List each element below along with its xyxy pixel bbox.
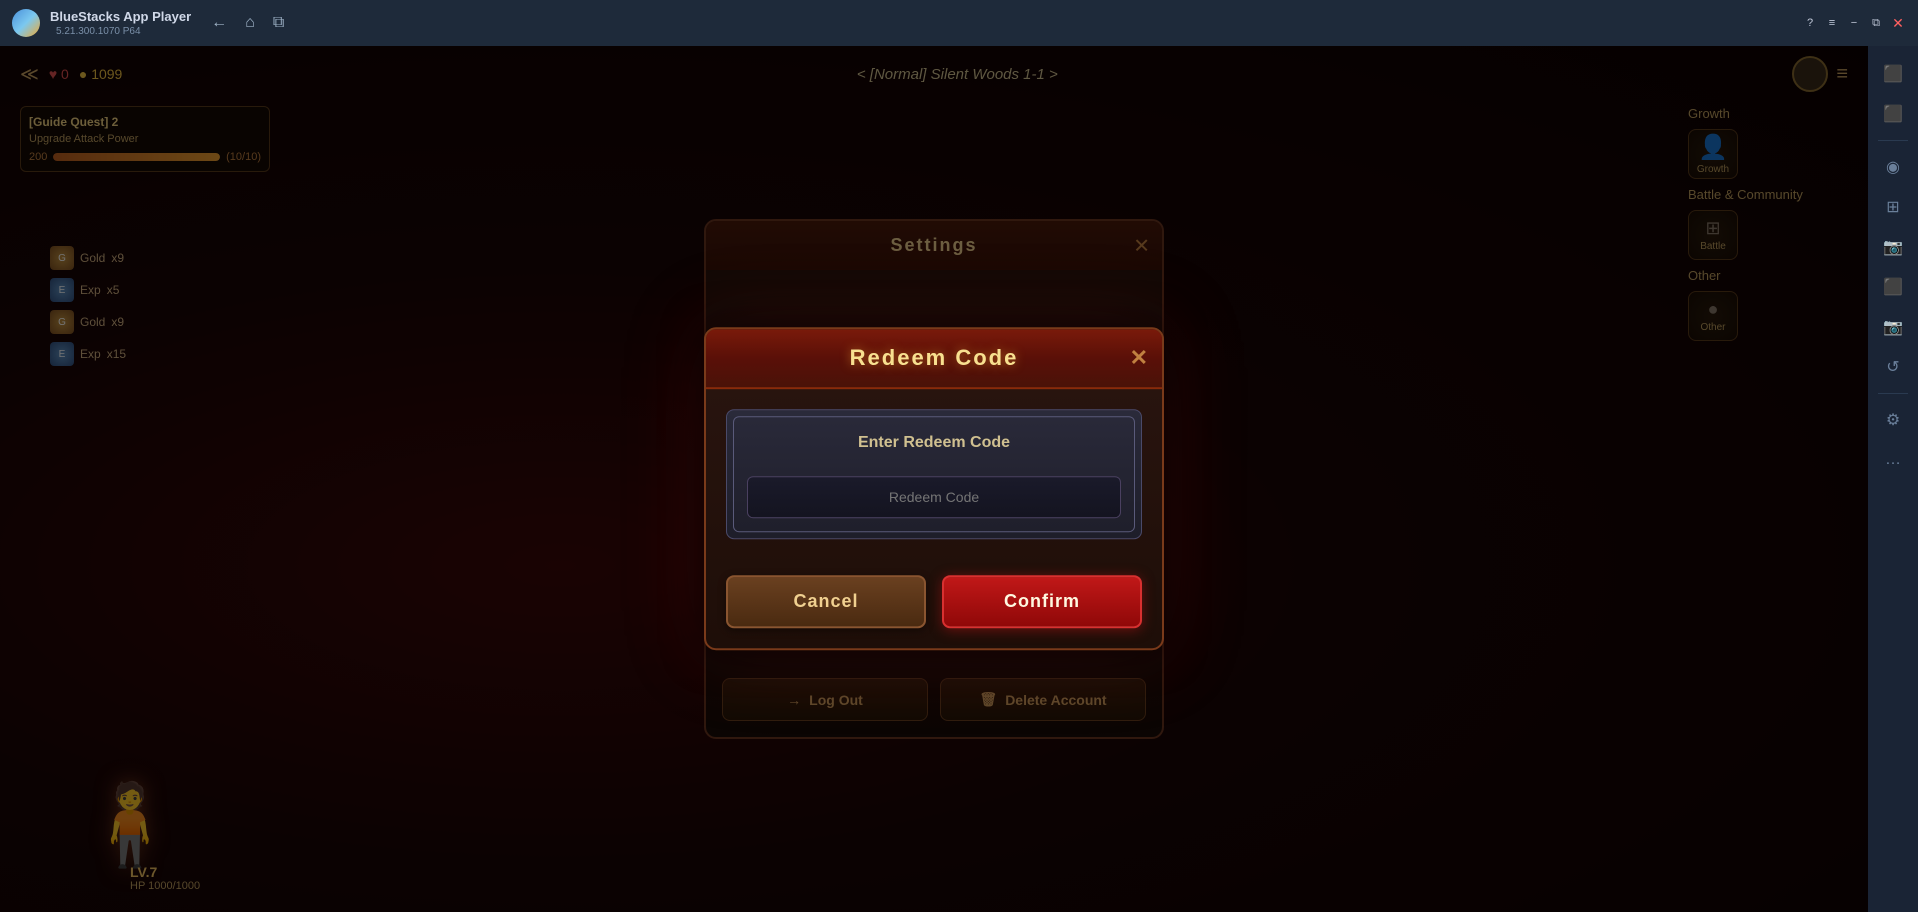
close-button[interactable]: ✕	[1890, 15, 1906, 31]
sidebar-divider-2	[1878, 393, 1908, 394]
sidebar-icon-1[interactable]: ⬛	[1875, 56, 1911, 92]
restore-button[interactable]: ⧉	[1868, 15, 1884, 31]
redeem-header: Redeem Code ✕	[706, 329, 1162, 389]
window-controls: ? ≡ − ⧉ ✕	[1802, 15, 1906, 31]
game-background: ≪ ♥ 0 ● 1099 < [Normal] Silent Woods 1-1…	[0, 46, 1868, 912]
confirm-button[interactable]: Confirm	[942, 575, 1142, 628]
confirm-label: Confirm	[1004, 591, 1080, 611]
sidebar-icon-5[interactable]: 📷	[1875, 229, 1911, 265]
sidebar-divider-1	[1878, 140, 1908, 141]
sidebar-icon-3[interactable]: ◉	[1875, 149, 1911, 185]
redeem-code-dialog: Redeem Code ✕ Enter Redeem Code Cancel C…	[704, 327, 1164, 650]
redeem-title: Redeem Code	[850, 345, 1019, 370]
redeem-body: Enter Redeem Code	[706, 389, 1162, 559]
sidebar-icon-6[interactable]: ⬛	[1875, 269, 1911, 305]
sidebar-icon-7[interactable]: 📷	[1875, 309, 1911, 345]
bluestacks-sidebar: ⬛ ⬛ ◉ ⊞ 📷 ⬛ 📷 ↺ ⚙ …	[1868, 46, 1918, 912]
sidebar-icon-4[interactable]: ⊞	[1875, 189, 1911, 225]
sidebar-icon-more[interactable]: …	[1875, 442, 1911, 478]
sidebar-icon-8[interactable]: ↺	[1875, 349, 1911, 385]
redeem-code-input[interactable]	[747, 476, 1121, 518]
redeem-code-area: Enter Redeem Code	[726, 409, 1142, 539]
redeem-hint-text: Enter Redeem Code	[747, 434, 1121, 452]
menu-button[interactable]: ≡	[1824, 15, 1840, 31]
titlebar-nav: ← ⌂ ⧉	[211, 14, 284, 32]
minimize-button[interactable]: −	[1846, 15, 1862, 31]
back-button[interactable]: ←	[211, 14, 227, 32]
bluestacks-logo	[12, 9, 40, 37]
window-button[interactable]: ⧉	[273, 14, 284, 32]
redeem-buttons: Cancel Confirm	[706, 559, 1162, 648]
titlebar: BlueStacks App Player 5.21.300.1070 P64 …	[0, 0, 1918, 46]
redeem-close-button[interactable]: ✕	[1130, 345, 1148, 371]
sidebar-icon-settings[interactable]: ⚙	[1875, 402, 1911, 438]
cancel-button[interactable]: Cancel	[726, 575, 926, 628]
sidebar-icon-2[interactable]: ⬛	[1875, 96, 1911, 132]
home-button[interactable]: ⌂	[245, 14, 255, 32]
cancel-label: Cancel	[793, 591, 858, 611]
app-version: 5.21.300.1070 P64	[56, 26, 191, 37]
help-button[interactable]: ?	[1802, 15, 1818, 31]
app-name: BlueStacks App Player	[50, 9, 191, 24]
